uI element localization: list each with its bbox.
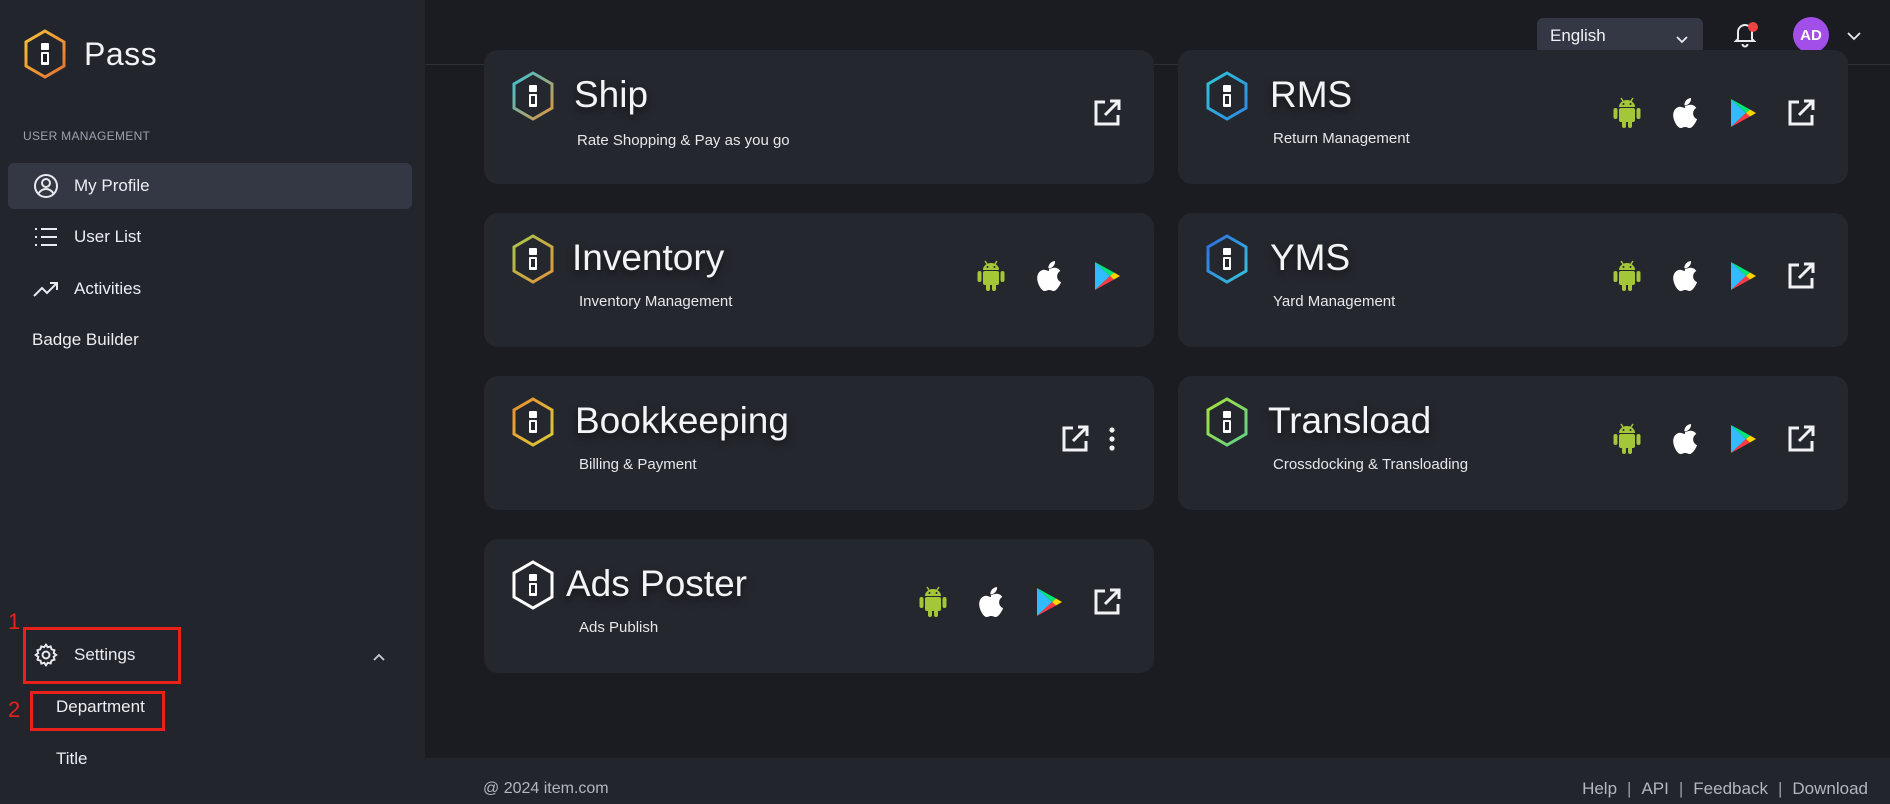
android-icon[interactable]: [916, 585, 950, 619]
annotation-box-department: [30, 691, 165, 731]
app-title: Ship: [574, 74, 649, 115]
list-icon: [32, 223, 60, 251]
external-link-icon[interactable]: [1090, 96, 1124, 130]
external-link-icon[interactable]: [1784, 259, 1818, 293]
language-value: English: [1550, 26, 1606, 45]
footer-link-help[interactable]: Help: [1582, 779, 1617, 799]
android-icon[interactable]: [1610, 422, 1644, 456]
chevron-up-icon[interactable]: [372, 647, 386, 667]
footer: @ 2024 item.com Help | API | Feedback | …: [425, 758, 1890, 804]
annotation-number: 2: [8, 697, 21, 722]
yms-app-icon: [1204, 233, 1250, 290]
more-vertical-icon[interactable]: [1100, 422, 1124, 456]
apple-icon[interactable]: [1668, 422, 1702, 456]
footer-link-api[interactable]: API: [1641, 779, 1668, 799]
trending-up-icon: [32, 275, 60, 303]
app-card-bookkeeping[interactable]: Bookkeeping Billing & Payment: [484, 376, 1154, 510]
app-subtitle: Return Management: [1273, 130, 1410, 147]
external-link-icon[interactable]: [1784, 96, 1818, 130]
google-play-icon[interactable]: [1726, 96, 1760, 130]
user-circle-icon: [32, 172, 60, 200]
apple-icon[interactable]: [1668, 259, 1702, 293]
sidebar-item-label: Activities: [74, 279, 142, 298]
app-actions: [950, 259, 1124, 293]
annotation-box-settings: [23, 627, 181, 684]
bookkeeping-app-icon: [510, 396, 556, 453]
sidebar-item-label: Badge Builder: [32, 330, 139, 349]
notification-dot: [1748, 22, 1758, 32]
android-icon[interactable]: [974, 259, 1008, 293]
copyright-text: @ 2024 item.com: [483, 780, 609, 797]
sidebar-item-activities[interactable]: Activities: [8, 266, 412, 312]
app-card-rms[interactable]: RMS Return Management: [1178, 50, 1848, 184]
sidebar-item-my-profile[interactable]: My Profile: [8, 163, 412, 209]
sidebar: Pass USER MANAGEMENT My Profile User Lis…: [0, 0, 425, 804]
app-title: Transload: [1268, 400, 1432, 441]
language-select[interactable]: English: [1537, 18, 1703, 54]
app-logo[interactable]: Pass: [22, 28, 157, 80]
app-title: RMS: [1270, 74, 1353, 115]
app-subtitle: Crossdocking & Transloading: [1273, 456, 1469, 473]
app-card-transload[interactable]: Transload Crossdocking & Transloading: [1178, 376, 1848, 510]
google-play-icon[interactable]: [1726, 259, 1760, 293]
sidebar-subitem-title[interactable]: Title: [56, 749, 88, 769]
chevron-down-icon[interactable]: [1846, 28, 1862, 46]
sidebar-item-badge-builder[interactable]: Badge Builder: [8, 317, 412, 363]
footer-separator: |: [1777, 779, 1783, 798]
footer-links: Help | API | Feedback | Download: [1582, 779, 1868, 799]
app-actions: [1034, 422, 1124, 456]
footer-link-download[interactable]: Download: [1792, 779, 1868, 799]
app-card-ship[interactable]: Ship Rate Shopping & Pay as you go: [484, 50, 1154, 184]
app-card-inventory[interactable]: Inventory Inventory Management: [484, 213, 1154, 347]
app-subtitle: Inventory Management: [579, 293, 733, 310]
android-icon[interactable]: [1610, 259, 1644, 293]
app-title: YMS: [1270, 237, 1351, 278]
pass-logo-icon: [24, 29, 66, 79]
app-name: Pass: [84, 35, 158, 72]
apple-icon[interactable]: [1668, 96, 1702, 130]
app-subtitle: Rate Shopping & Pay as you go: [577, 132, 790, 149]
app-actions: [892, 585, 1124, 619]
user-avatar[interactable]: AD: [1793, 17, 1829, 53]
inventory-app-icon: [510, 233, 556, 290]
google-play-icon[interactable]: [1032, 585, 1066, 619]
apple-icon[interactable]: [974, 585, 1008, 619]
app-actions: [1586, 422, 1818, 456]
app-subtitle: Yard Management: [1273, 293, 1396, 310]
ship-app-icon: [510, 70, 556, 127]
google-play-icon[interactable]: [1726, 422, 1760, 456]
google-play-icon[interactable]: [1090, 259, 1124, 293]
app-title: Ads Poster: [566, 563, 747, 604]
section-label-user-management: USER MANAGEMENT: [23, 129, 151, 143]
app-title: Bookkeeping: [575, 400, 789, 441]
sidebar-item-user-list[interactable]: User List: [8, 214, 412, 260]
apple-icon[interactable]: [1032, 259, 1066, 293]
footer-separator: |: [1678, 779, 1684, 798]
external-link-icon[interactable]: [1090, 585, 1124, 619]
app-actions: [1586, 259, 1818, 293]
transload-app-icon: [1204, 396, 1250, 453]
app-card-ads-poster[interactable]: Ads Poster Ads Publish: [484, 539, 1154, 673]
external-link-icon[interactable]: [1058, 422, 1092, 456]
app-card-yms[interactable]: YMS Yard Management: [1178, 213, 1848, 347]
ads-poster-app-icon: [510, 559, 556, 616]
app-actions: [1066, 96, 1124, 130]
sidebar-item-label: User List: [74, 227, 142, 246]
chevron-down-icon: [1675, 30, 1689, 50]
app-actions: [1586, 96, 1818, 130]
sidebar-item-label: My Profile: [74, 176, 150, 195]
app-subtitle: Ads Publish: [579, 619, 659, 636]
footer-separator: |: [1627, 779, 1632, 798]
android-icon[interactable]: [1610, 96, 1644, 130]
external-link-icon[interactable]: [1784, 422, 1818, 456]
annotation-number: 1: [8, 609, 21, 634]
app-title: Inventory: [572, 237, 725, 278]
app-subtitle: Billing & Payment: [579, 456, 697, 473]
footer-link-feedback[interactable]: Feedback: [1693, 779, 1768, 799]
rms-app-icon: [1204, 70, 1250, 127]
